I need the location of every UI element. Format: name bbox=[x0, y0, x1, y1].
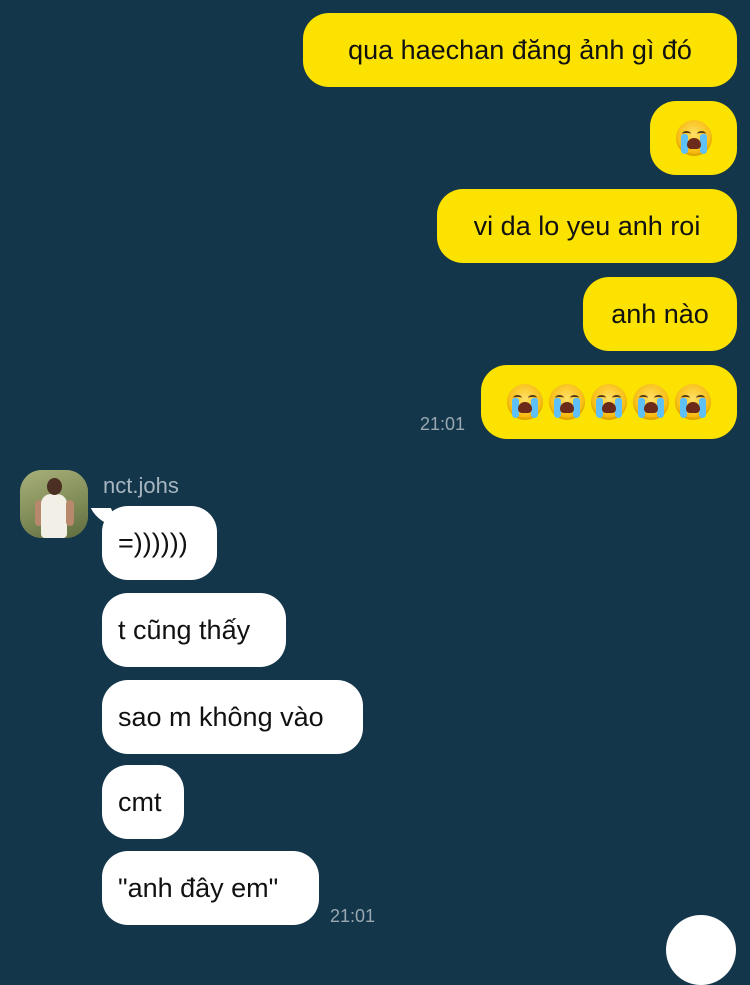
message-text: sao m không vào bbox=[118, 701, 324, 732]
loudly-crying-face-icon bbox=[675, 384, 711, 420]
message-text: qua haechan đăng ảnh gì đó bbox=[348, 34, 692, 65]
sender-name[interactable]: nct.johs bbox=[103, 473, 179, 499]
outgoing-message[interactable]: vi da lo yeu anh roi bbox=[437, 189, 737, 263]
outgoing-timestamp: 21:01 bbox=[420, 414, 466, 434]
loudly-crying-face-icon bbox=[633, 384, 669, 420]
outgoing-message[interactable]: qua haechan đăng ảnh gì đó bbox=[303, 13, 737, 87]
incoming-message[interactable]: cmt bbox=[102, 765, 184, 839]
incoming-message[interactable]: =)))))) bbox=[102, 506, 217, 580]
message-text: t cũng thấy bbox=[118, 614, 251, 645]
loudly-crying-face-icon bbox=[549, 384, 585, 420]
outgoing-emoji-message[interactable] bbox=[481, 365, 737, 439]
incoming-message[interactable]: t cũng thấy bbox=[102, 593, 286, 667]
message-text: anh nào bbox=[611, 298, 709, 329]
incoming-message[interactable]: "anh đây em" bbox=[102, 851, 319, 925]
message-text: "anh đây em" bbox=[118, 872, 279, 903]
loudly-crying-face-icon bbox=[591, 384, 627, 420]
message-text: vi da lo yeu anh roi bbox=[473, 210, 701, 241]
loudly-crying-face-icon bbox=[675, 120, 712, 156]
scroll-down-button[interactable] bbox=[666, 915, 736, 985]
loudly-crying-face-icon bbox=[507, 384, 543, 420]
incoming-message[interactable]: sao m không vào bbox=[102, 680, 363, 754]
sender-avatar[interactable] bbox=[20, 470, 88, 538]
message-text: =)))))) bbox=[118, 527, 188, 558]
message-text: cmt bbox=[118, 786, 162, 817]
outgoing-message[interactable]: anh nào bbox=[583, 277, 737, 351]
outgoing-emoji-message[interactable] bbox=[650, 101, 737, 175]
incoming-timestamp: 21:01 bbox=[330, 906, 376, 926]
